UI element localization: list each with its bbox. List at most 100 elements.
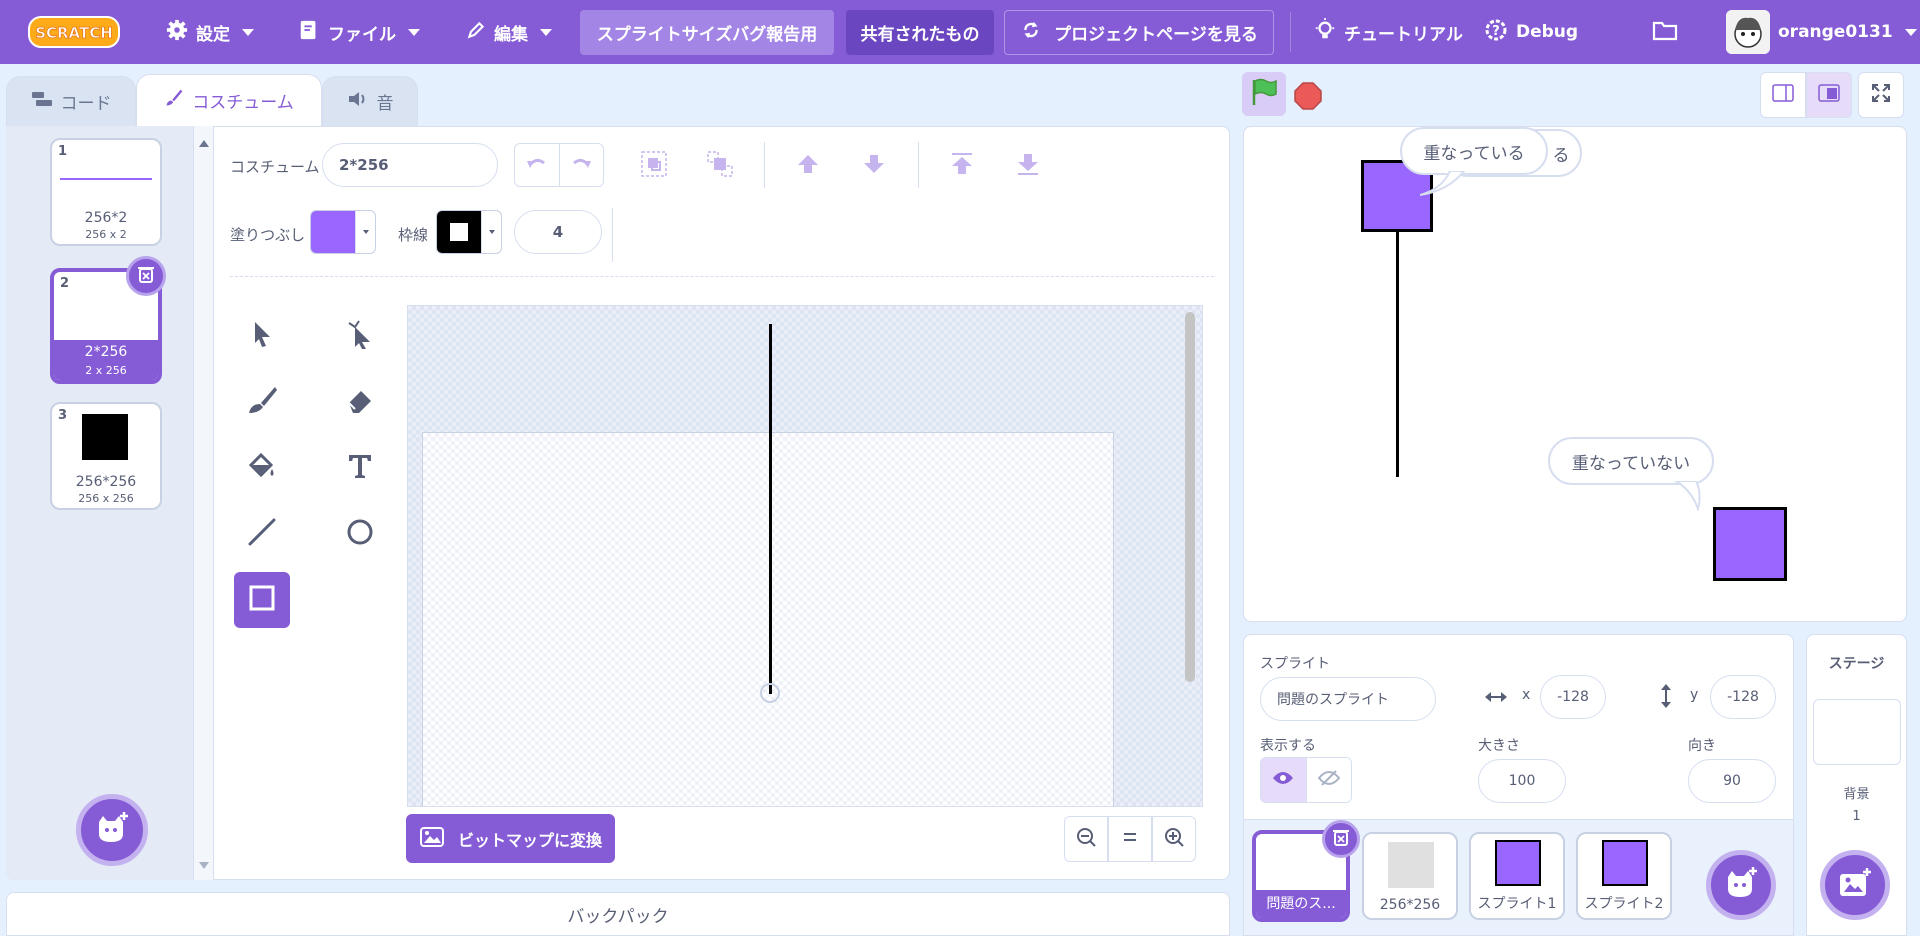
choose-backdrop-button[interactable] — [1820, 850, 1890, 920]
sprite-vertical-line[interactable] — [1396, 231, 1399, 477]
costume-list-scrollbar[interactable] — [194, 126, 214, 880]
brush-tool[interactable] — [234, 374, 290, 430]
stop-button[interactable] — [1294, 82, 1322, 110]
backward-button[interactable] — [854, 146, 894, 186]
zoom-out-button[interactable] — [1064, 816, 1108, 862]
costume-thumbnail — [60, 178, 152, 180]
scroll-up-arrow-icon[interactable] — [199, 140, 209, 147]
fill-label: 塗りつぶし — [230, 226, 306, 244]
show-button[interactable] — [1261, 758, 1307, 802]
cat-plus-icon — [95, 812, 129, 848]
large-stage-button[interactable] — [1806, 72, 1852, 118]
sprite-info-panel: スプライト 問題のスプライト x -128 y -128 表示する 大きさ 10… — [1243, 634, 1794, 820]
hide-button[interactable] — [1306, 758, 1351, 802]
file-menu[interactable]: ファイル — [298, 10, 420, 54]
remix-arrows-icon — [1020, 19, 1042, 46]
avatar — [1726, 10, 1770, 54]
costume-number: 1 — [58, 144, 68, 159]
line-tool[interactable] — [234, 506, 290, 562]
tutorials-label: チュートリアル — [1344, 24, 1463, 45]
paint-canvas[interactable] — [407, 305, 1203, 807]
sprite-item-2[interactable]: スプライト2 — [1576, 832, 1672, 920]
sprite-item-256[interactable]: 256*256 — [1362, 832, 1458, 920]
trash-icon — [1333, 828, 1349, 850]
line-icon — [247, 517, 277, 551]
rectangle-tool[interactable] — [234, 572, 290, 628]
backdrop-thumbnail[interactable] — [1813, 699, 1901, 765]
scratch-logo[interactable]: SCRATCH — [28, 14, 120, 50]
circle-tool[interactable] — [332, 506, 388, 562]
arrow-down-icon — [861, 151, 887, 181]
fill-color-picker[interactable] — [310, 210, 376, 254]
ungroup-button[interactable] — [700, 146, 740, 186]
zoom-in-button[interactable] — [1152, 816, 1196, 862]
front-button[interactable] — [942, 146, 982, 186]
toolbar-divider — [612, 208, 613, 262]
settings-menu[interactable]: 設定 — [166, 10, 254, 54]
delete-sprite-button[interactable] — [1322, 820, 1360, 858]
sprite-name: 問題のス... — [1266, 896, 1336, 912]
tutorials-button[interactable]: チュートリアル — [1314, 10, 1463, 54]
stage[interactable]: る 重なっている 重なっていない — [1243, 126, 1907, 622]
costume-name-input[interactable]: 2*256 — [322, 143, 498, 187]
convert-to-bitmap-button[interactable]: ビットマップに変換 — [406, 814, 615, 863]
tab-costumes-label: コスチューム — [192, 93, 294, 113]
large-stage-icon — [1818, 84, 1840, 106]
undo-button[interactable] — [515, 144, 560, 186]
costume-name: 256*256 — [75, 474, 137, 490]
delete-costume-button[interactable] — [126, 256, 166, 296]
costume-line-shape[interactable] — [769, 324, 772, 694]
outline-color-picker[interactable] — [436, 210, 502, 254]
forward-button[interactable] — [788, 146, 828, 186]
costume-item-3[interactable]: 3 256*256 256 x 256 — [50, 402, 162, 510]
tab-sounds[interactable]: 音 — [322, 76, 418, 126]
fill-tool[interactable] — [234, 440, 290, 496]
text-tool[interactable] — [332, 440, 388, 496]
project-title-input[interactable]: スプライトサイズバグ報告用 — [580, 10, 834, 55]
shared-button[interactable]: 共有されたもの — [846, 10, 994, 55]
account-menu[interactable]: orange0131 — [1726, 10, 1917, 54]
back-button[interactable] — [1008, 146, 1048, 186]
select-tool[interactable] — [234, 308, 290, 364]
debug-button[interactable]: ? Debug — [1484, 10, 1578, 54]
scroll-down-arrow-icon[interactable] — [199, 862, 209, 869]
edit-menu[interactable]: 編集 — [466, 10, 552, 54]
sprite-name-input[interactable]: 問題のスプライト — [1260, 677, 1436, 721]
direction-input[interactable]: 90 — [1688, 759, 1776, 803]
zoom-reset-button[interactable] — [1108, 816, 1152, 862]
fullscreen-icon — [1871, 83, 1891, 107]
canvas-scrollbar[interactable] — [1185, 312, 1195, 682]
backdrop-count: 1 — [1852, 809, 1861, 824]
my-stuff-button[interactable] — [1652, 10, 1678, 54]
arrow-pointer-icon — [250, 320, 274, 352]
choose-costume-button[interactable] — [76, 794, 148, 866]
small-stage-button[interactable] — [1760, 72, 1806, 118]
costume-name-label: コスチューム — [230, 158, 320, 176]
sprite-label: スプライト — [1260, 656, 1330, 672]
sprite-square-bottom[interactable] — [1713, 507, 1787, 581]
vertical-arrows-icon — [1656, 683, 1676, 713]
size-input[interactable]: 100 — [1478, 759, 1566, 803]
group-button[interactable] — [634, 146, 674, 186]
eraser-tool[interactable] — [332, 374, 388, 430]
choose-sprite-button[interactable] — [1706, 850, 1776, 920]
sprite-item-1[interactable]: スプライト1 — [1469, 832, 1565, 920]
toolbar-divider — [918, 142, 919, 188]
file-label: ファイル — [328, 24, 396, 45]
backpack[interactable]: バックパック — [6, 892, 1230, 936]
arrow-up-top-icon — [949, 151, 975, 181]
green-flag-button[interactable] — [1242, 72, 1286, 116]
costume-item-1[interactable]: 1 256*2 256 x 2 — [50, 138, 162, 246]
reshape-tool[interactable] — [332, 308, 388, 364]
tab-costumes[interactable]: コスチューム — [136, 74, 322, 126]
fullscreen-button[interactable] — [1858, 72, 1904, 118]
y-input[interactable]: -128 — [1710, 675, 1776, 719]
redo-button[interactable] — [560, 144, 604, 186]
x-input[interactable]: -128 — [1540, 675, 1606, 719]
outline-width-input[interactable]: 4 — [514, 210, 602, 254]
tab-code[interactable]: コード — [6, 76, 136, 126]
paintbrush-icon — [164, 88, 184, 113]
project-page-button[interactable]: プロジェクトページを見る — [1004, 10, 1274, 55]
cat-plus-icon — [1724, 867, 1758, 903]
selected-band: 2*256 2 x 256 — [54, 340, 158, 380]
